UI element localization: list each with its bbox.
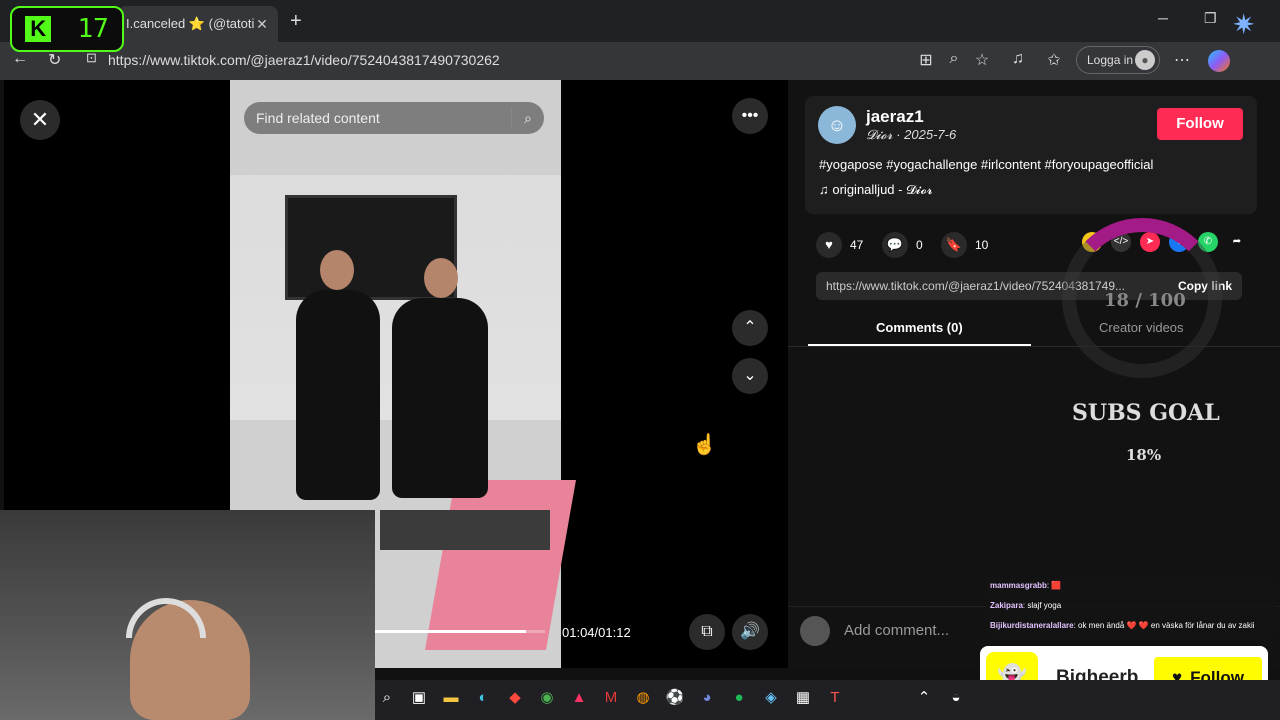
post-date: 𝓓𝓲𝓸𝓻 · 2025-7-6	[866, 127, 957, 142]
browser-tab[interactable]: I.canceled ⭐ (@tatoti... ✕	[118, 6, 278, 42]
close-tab-icon[interactable]: ✕	[254, 16, 270, 33]
restore-icon[interactable]: ❐	[1204, 10, 1217, 27]
active-tab-indicator	[808, 344, 1031, 346]
minimize-icon[interactable]: ─	[1158, 10, 1168, 26]
heart-icon[interactable]: ♥	[816, 232, 842, 258]
author-username[interactable]: jaeraz1	[866, 107, 924, 127]
star-logo-icon: ✷	[1232, 9, 1256, 40]
tab-creator-videos[interactable]: Creator videos	[1099, 320, 1184, 335]
collections-icon[interactable]: ✩	[1044, 50, 1064, 70]
comment-count: 0	[916, 238, 923, 252]
chat-message: Zakipara: slajf yoga	[986, 598, 1278, 618]
music-title: originalljud - 𝓓𝓲𝓸𝓻	[832, 182, 933, 197]
kick-count: 17	[77, 14, 109, 44]
tab-title: I.canceled ⭐ (@tatoti...	[126, 16, 254, 31]
copilot-icon[interactable]	[1208, 50, 1230, 72]
media-icon[interactable]: ♫	[1008, 50, 1028, 68]
video-progress-bar[interactable]	[375, 630, 545, 633]
chat-user: Zakipara	[990, 601, 1023, 610]
subs-goal-percent: 18%	[1126, 446, 1162, 464]
post-music[interactable]: ♫ originalljud - 𝓓𝓲𝓸𝓻	[819, 182, 933, 198]
taskbar-edge-icon[interactable]: ◐	[471, 686, 495, 710]
apps-icon[interactable]: ⊞	[916, 50, 936, 70]
more-options-icon[interactable]: •••	[732, 98, 768, 134]
comment-icon[interactable]: 💬	[882, 232, 908, 258]
new-tab-button[interactable]: +	[290, 10, 302, 33]
close-video-button[interactable]: ✕	[20, 100, 60, 140]
video-dark-mat	[380, 510, 550, 550]
chat-text: : slajf yoga	[1022, 601, 1062, 610]
music-note-icon: ♫	[819, 182, 833, 197]
taskbar-app-icon[interactable]: T	[823, 686, 847, 710]
taskbar-tray-chevron-icon[interactable]: ⌃	[912, 686, 936, 710]
volume-icon[interactable]: 🔊	[732, 614, 768, 650]
save-stat[interactable]: 🔖 10	[941, 232, 988, 258]
search-related-input[interactable]: Find related content ⌕	[244, 102, 544, 134]
more-menu-icon[interactable]: ⋯	[1172, 50, 1192, 70]
post-hashtags[interactable]: #yogapose #yogachallenge #irlcontent #fo…	[819, 157, 1153, 172]
taskbar-mcafee-icon[interactable]: M	[599, 686, 623, 710]
search-placeholder: Find related content	[256, 110, 380, 126]
search-divider	[511, 108, 513, 128]
taskbar-spotify-icon[interactable]: ●	[727, 686, 751, 710]
taskbar-tray-icon[interactable]: ◒	[944, 686, 968, 710]
tab-comments[interactable]: Comments (0)	[876, 320, 963, 335]
commenter-avatar	[800, 616, 830, 646]
login-button[interactable]: Logga in ●	[1076, 46, 1160, 74]
author-avatar[interactable]: ☺	[818, 106, 856, 144]
chat-user: mammasgrabb	[990, 581, 1047, 590]
taskbar-chrome-icon[interactable]: ◉	[535, 686, 559, 710]
kick-logo-icon: K	[25, 16, 52, 42]
reload-icon[interactable]: ↻	[48, 50, 61, 70]
back-icon[interactable]: ←	[12, 50, 28, 68]
share-arrow-icon[interactable]: ➦	[1227, 232, 1247, 252]
taskbar-explorer-icon[interactable]: ▬	[439, 686, 463, 710]
taskbar-app-icon[interactable]: ▦	[791, 686, 815, 710]
bookmark-icon[interactable]: 🔖	[941, 232, 967, 258]
pip-icon[interactable]: ⧉	[689, 614, 725, 650]
tab-separator	[788, 346, 1280, 347]
chat-text: : ok men ändå ❤️ ❤️ en väska för lånar d…	[1073, 621, 1255, 630]
video-person-left	[296, 290, 380, 500]
hand-cursor-icon: ☝	[692, 434, 717, 456]
like-stat[interactable]: ♥ 47	[816, 232, 863, 258]
taskbar-firefox-icon[interactable]: ◍	[631, 686, 655, 710]
taskbar-steam-icon[interactable]: ◈	[759, 686, 783, 710]
like-count: 47	[850, 238, 864, 252]
chat-message: mammasgrabb: 🟥	[986, 578, 1278, 598]
taskbar-app-icon[interactable]: ◆	[503, 686, 527, 710]
zoom-icon[interactable]: ⌕	[944, 50, 964, 68]
save-count: 10	[975, 238, 989, 252]
add-comment-input[interactable]: Add comment...	[844, 622, 949, 639]
video-person-right	[392, 298, 488, 498]
favorite-icon[interactable]: ☆	[972, 50, 992, 70]
site-info-icon[interactable]: ⊡	[86, 50, 97, 66]
video-time: 01:04/01:12	[562, 625, 631, 640]
video-person-head	[320, 250, 354, 290]
search-icon[interactable]: ⌕	[524, 110, 532, 127]
taskbar-discord-icon[interactable]: ◕	[695, 686, 719, 710]
follow-button[interactable]: Follow	[1157, 108, 1243, 140]
stream-chat: mammasgrabb: 🟥 Zakipara: slajf yoga Biji…	[986, 578, 1278, 638]
taskbar-app-icon[interactable]: ▲	[567, 686, 591, 710]
chat-text: : 🟥	[1046, 581, 1062, 590]
chat-user: Bijikurdistaneralallare	[990, 621, 1074, 630]
taskbar-taskview-icon[interactable]: ▣	[407, 686, 431, 710]
subs-goal-title: SUBS GOAL	[1072, 400, 1220, 426]
profile-icon: ●	[1135, 50, 1155, 70]
next-video-icon[interactable]: ⌄	[732, 358, 768, 394]
subs-goal-count: 18 / 100	[1104, 290, 1186, 311]
video-progress-fill	[375, 630, 527, 633]
url-field[interactable]: https://www.tiktok.com/@jaeraz1/video/75…	[108, 52, 500, 68]
taskbar-search-icon[interactable]: ⌕	[375, 686, 399, 710]
comment-stat[interactable]: 💬 0	[882, 232, 923, 258]
previous-video-icon[interactable]: ⌃	[732, 310, 768, 346]
taskbar-app-icon[interactable]: ⚽	[663, 686, 687, 710]
video-person-head	[424, 258, 458, 298]
chat-message: Bijikurdistaneralallare: ok men ändå ❤️ …	[986, 618, 1278, 638]
kick-badge: K 17	[10, 6, 124, 52]
login-label: Logga in	[1087, 53, 1134, 67]
